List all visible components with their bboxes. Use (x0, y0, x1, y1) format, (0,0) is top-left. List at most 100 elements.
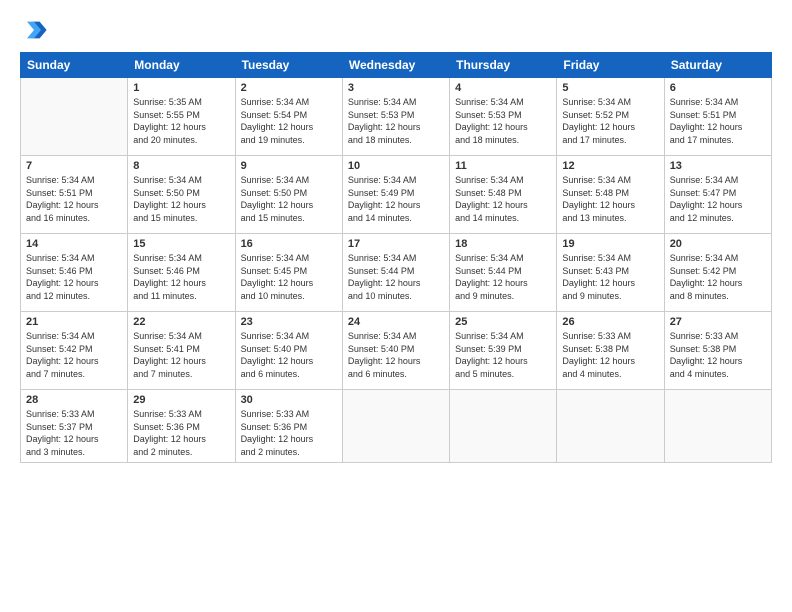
cell-content: Sunrise: 5:34 AM Sunset: 5:48 PM Dayligh… (562, 174, 658, 224)
calendar-cell: 3 Sunrise: 5:34 AM Sunset: 5:53 PM Daylig… (342, 78, 449, 156)
cell-content: Sunrise: 5:34 AM Sunset: 5:40 PM Dayligh… (241, 330, 337, 380)
cell-content: Sunrise: 5:34 AM Sunset: 5:42 PM Dayligh… (26, 330, 122, 380)
header (20, 16, 772, 44)
day-number: 18 (455, 238, 551, 250)
calendar-cell: 30Sunrise: 5:33 AM Sunset: 5:36 PM Dayli… (235, 390, 342, 463)
day-number: 8 (133, 160, 229, 172)
cell-content: Sunrise: 5:34 AM Sunset: 5:48 PM Dayligh… (455, 174, 551, 224)
day-header-thursday: Thursday (450, 53, 557, 78)
cell-content: Sunrise: 5:34 AM Sunset: 5:53 PM Dayligh… (348, 96, 444, 146)
page: SundayMondayTuesdayWednesdayThursdayFrid… (0, 0, 792, 612)
calendar-cell (450, 390, 557, 463)
day-number: 14 (26, 238, 122, 250)
day-number: 19 (562, 238, 658, 250)
day-number: 22 (133, 316, 229, 328)
logo (20, 16, 50, 44)
day-number: 28 (26, 394, 122, 406)
cell-content: Sunrise: 5:34 AM Sunset: 5:39 PM Dayligh… (455, 330, 551, 380)
calendar-cell: 27Sunrise: 5:33 AM Sunset: 5:38 PM Dayli… (664, 312, 771, 390)
day-number: 20 (670, 238, 766, 250)
cell-content: Sunrise: 5:34 AM Sunset: 5:49 PM Dayligh… (348, 174, 444, 224)
calendar-cell: 18 Sunrise: 5:34 AM Sunset: 5:44 PM Dayli… (450, 234, 557, 312)
day-number: 23 (241, 316, 337, 328)
cell-content: Sunrise: 5:34 AM Sunset: 5:46 PM Dayligh… (26, 252, 122, 302)
calendar-cell: 12 Sunrise: 5:34 AM Sunset: 5:48 PM Dayli… (557, 156, 664, 234)
cell-content: Sunrise: 5:34 AM Sunset: 5:41 PM Dayligh… (133, 330, 229, 380)
calendar-cell: 14 Sunrise: 5:34 AM Sunset: 5:46 PM Dayli… (21, 234, 128, 312)
cell-content: Sunrise: 5:33 AM Sunset: 5:38 PM Dayligh… (562, 330, 658, 380)
cell-content: Sunrise: 5:34 AM Sunset: 5:43 PM Dayligh… (562, 252, 658, 302)
cell-content: Sunrise: 5:34 AM Sunset: 5:44 PM Dayligh… (455, 252, 551, 302)
cell-content: Sunrise: 5:33 AM Sunset: 5:36 PM Dayligh… (241, 408, 337, 458)
day-number: 5 (562, 82, 658, 94)
cell-content: Sunrise: 5:34 AM Sunset: 5:51 PM Dayligh… (26, 174, 122, 224)
cell-content: Sunrise: 5:35 AM Sunset: 5:55 PM Dayligh… (133, 96, 229, 146)
day-header-saturday: Saturday (664, 53, 771, 78)
week-row-2: 7 Sunrise: 5:34 AM Sunset: 5:51 PM Daylig… (21, 156, 772, 234)
calendar-cell: 25 Sunrise: 5:34 AM Sunset: 5:39 PM Dayli… (450, 312, 557, 390)
calendar-cell: 6 Sunrise: 5:34 AM Sunset: 5:51 PM Daylig… (664, 78, 771, 156)
day-number: 29 (133, 394, 229, 406)
day-number: 1 (133, 82, 229, 94)
week-row-5: 28 Sunrise: 5:33 AM Sunset: 5:37 PM Dayli… (21, 390, 772, 463)
day-header-monday: Monday (128, 53, 235, 78)
calendar-cell: 10Sunrise: 5:34 AM Sunset: 5:49 PM Dayli… (342, 156, 449, 234)
calendar-cell: 16 Sunrise: 5:34 AM Sunset: 5:45 PM Dayli… (235, 234, 342, 312)
calendar-cell (557, 390, 664, 463)
cell-content: Sunrise: 5:34 AM Sunset: 5:44 PM Dayligh… (348, 252, 444, 302)
day-number: 26 (562, 316, 658, 328)
day-number: 27 (670, 316, 766, 328)
week-row-4: 21 Sunrise: 5:34 AM Sunset: 5:42 PM Dayli… (21, 312, 772, 390)
calendar-cell: 7 Sunrise: 5:34 AM Sunset: 5:51 PM Daylig… (21, 156, 128, 234)
calendar-cell: 20 Sunrise: 5:34 AM Sunset: 5:42 PM Dayli… (664, 234, 771, 312)
day-number: 24 (348, 316, 444, 328)
cell-content: Sunrise: 5:34 AM Sunset: 5:47 PM Dayligh… (670, 174, 766, 224)
cell-content: Sunrise: 5:34 AM Sunset: 5:45 PM Dayligh… (241, 252, 337, 302)
calendar-cell: 4 Sunrise: 5:34 AM Sunset: 5:53 PM Daylig… (450, 78, 557, 156)
calendar-cell: 8 Sunrise: 5:34 AM Sunset: 5:50 PM Daylig… (128, 156, 235, 234)
cell-content: Sunrise: 5:34 AM Sunset: 5:53 PM Dayligh… (455, 96, 551, 146)
calendar-cell: 21 Sunrise: 5:34 AM Sunset: 5:42 PM Dayli… (21, 312, 128, 390)
calendar-cell: 24 Sunrise: 5:34 AM Sunset: 5:40 PM Dayli… (342, 312, 449, 390)
calendar: SundayMondayTuesdayWednesdayThursdayFrid… (20, 52, 772, 463)
cell-content: Sunrise: 5:34 AM Sunset: 5:52 PM Dayligh… (562, 96, 658, 146)
calendar-cell: 22 Sunrise: 5:34 AM Sunset: 5:41 PM Dayli… (128, 312, 235, 390)
day-number: 7 (26, 160, 122, 172)
day-number: 25 (455, 316, 551, 328)
calendar-cell: 1 Sunrise: 5:35 AM Sunset: 5:55 PM Daylig… (128, 78, 235, 156)
day-number: 15 (133, 238, 229, 250)
day-header-friday: Friday (557, 53, 664, 78)
calendar-cell: 23 Sunrise: 5:34 AM Sunset: 5:40 PM Dayli… (235, 312, 342, 390)
calendar-cell (342, 390, 449, 463)
day-number: 6 (670, 82, 766, 94)
cell-content: Sunrise: 5:33 AM Sunset: 5:37 PM Dayligh… (26, 408, 122, 458)
cell-content: Sunrise: 5:33 AM Sunset: 5:36 PM Dayligh… (133, 408, 229, 458)
day-number: 11 (455, 160, 551, 172)
cell-content: Sunrise: 5:34 AM Sunset: 5:54 PM Dayligh… (241, 96, 337, 146)
day-number: 9 (241, 160, 337, 172)
day-number: 4 (455, 82, 551, 94)
calendar-cell: 19 Sunrise: 5:34 AM Sunset: 5:43 PM Dayli… (557, 234, 664, 312)
day-header-sunday: Sunday (21, 53, 128, 78)
cell-content: Sunrise: 5:34 AM Sunset: 5:50 PM Dayligh… (241, 174, 337, 224)
day-number: 17 (348, 238, 444, 250)
cell-content: Sunrise: 5:34 AM Sunset: 5:51 PM Dayligh… (670, 96, 766, 146)
day-number: 3 (348, 82, 444, 94)
calendar-cell (664, 390, 771, 463)
day-number: 13 (670, 160, 766, 172)
day-number: 21 (26, 316, 122, 328)
calendar-cell: 2Sunrise: 5:34 AM Sunset: 5:54 PM Daylig… (235, 78, 342, 156)
day-number: 12 (562, 160, 658, 172)
day-number: 16 (241, 238, 337, 250)
cell-content: Sunrise: 5:34 AM Sunset: 5:40 PM Dayligh… (348, 330, 444, 380)
cell-content: Sunrise: 5:34 AM Sunset: 5:42 PM Dayligh… (670, 252, 766, 302)
day-header-tuesday: Tuesday (235, 53, 342, 78)
cell-content: Sunrise: 5:34 AM Sunset: 5:50 PM Dayligh… (133, 174, 229, 224)
calendar-cell: 9 Sunrise: 5:34 AM Sunset: 5:50 PM Daylig… (235, 156, 342, 234)
day-header-wednesday: Wednesday (342, 53, 449, 78)
calendar-cell: 5 Sunrise: 5:34 AM Sunset: 5:52 PM Daylig… (557, 78, 664, 156)
calendar-cell: 11 Sunrise: 5:34 AM Sunset: 5:48 PM Dayli… (450, 156, 557, 234)
day-headers-row: SundayMondayTuesdayWednesdayThursdayFrid… (21, 53, 772, 78)
cell-content: Sunrise: 5:34 AM Sunset: 5:46 PM Dayligh… (133, 252, 229, 302)
calendar-cell: 28 Sunrise: 5:33 AM Sunset: 5:37 PM Dayli… (21, 390, 128, 463)
